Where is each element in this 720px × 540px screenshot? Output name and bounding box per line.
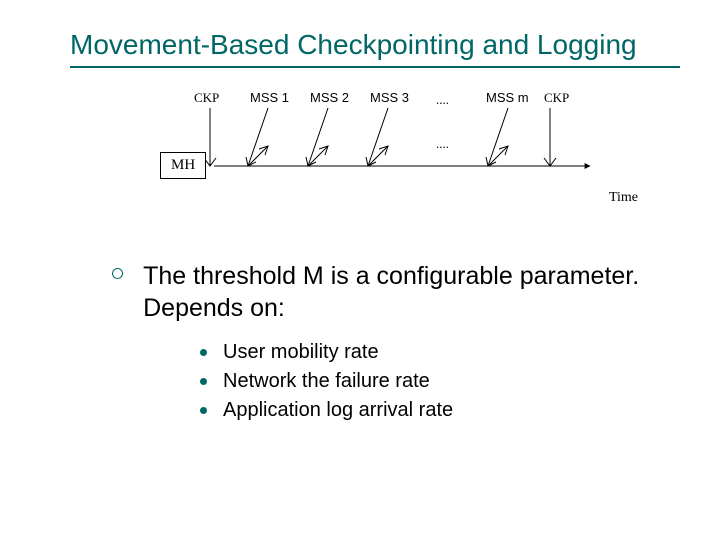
ckp-label-left: CKP bbox=[194, 90, 219, 106]
title-underline bbox=[70, 66, 680, 68]
main-bullet-text: The threshold M is a configurable parame… bbox=[143, 260, 680, 325]
mss-label-2: MSS 2 bbox=[310, 90, 349, 105]
list-item: User mobility rate bbox=[200, 341, 680, 364]
slide: Movement-Based Checkpointing and Logging bbox=[0, 0, 720, 540]
sub-bullet-text: Network the failure rate bbox=[223, 370, 430, 393]
dot-bullet-icon bbox=[200, 407, 207, 414]
dot-bullet-icon bbox=[200, 378, 207, 385]
main-bullet: ○ The threshold M is a configurable para… bbox=[110, 260, 680, 325]
page-title: Movement-Based Checkpointing and Logging bbox=[70, 28, 680, 62]
sub-bullet-text: User mobility rate bbox=[223, 341, 379, 364]
list-item: Application log arrival rate bbox=[200, 399, 680, 422]
list-item: Network the failure rate bbox=[200, 370, 680, 393]
time-label: Time bbox=[609, 190, 638, 206]
dot-bullet-icon bbox=[200, 349, 207, 356]
dots-top: .... bbox=[436, 92, 449, 108]
body-content: ○ The threshold M is a configurable para… bbox=[110, 260, 680, 422]
ckp-label-right: CKP bbox=[544, 90, 569, 106]
mss-label-3: MSS 3 bbox=[370, 90, 409, 105]
mh-box: MH bbox=[160, 152, 206, 179]
sub-bullet-list: User mobility rate Network the failure r… bbox=[200, 341, 680, 422]
mss-label-1: MSS 1 bbox=[250, 90, 289, 105]
diagram-svg bbox=[150, 86, 620, 236]
mss-label-m: MSS m bbox=[486, 90, 529, 105]
dots-mid: .... bbox=[436, 136, 449, 152]
timeline-diagram: CKP MSS 1 MSS 2 MSS 3 .... MSS m CKP ...… bbox=[150, 86, 610, 236]
circle-bullet-icon: ○ bbox=[110, 260, 125, 288]
sub-bullet-text: Application log arrival rate bbox=[223, 399, 453, 422]
